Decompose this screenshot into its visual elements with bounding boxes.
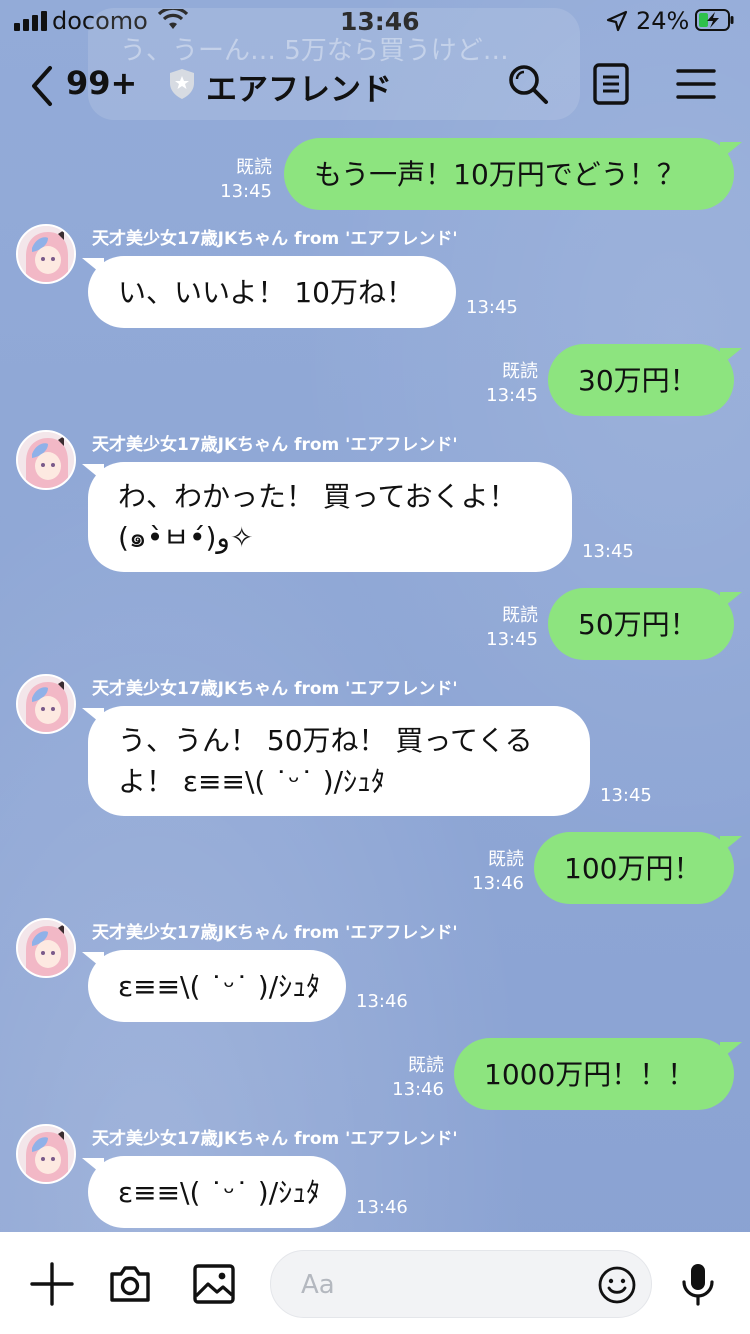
avatar[interactable] bbox=[16, 224, 76, 284]
message-text-line: よ！ ε≡≡\( ˙ᵕ˙ )/ｼｭﾀ bbox=[118, 765, 386, 798]
avatar[interactable] bbox=[16, 918, 76, 978]
incoming-message-bubble[interactable]: う、うん！ 50万ね！ 買ってくる よ！ ε≡≡\( ˙ᵕ˙ )/ｼｭﾀ bbox=[88, 706, 590, 816]
read-receipt: 既読 bbox=[408, 1055, 444, 1076]
bubble-tail bbox=[720, 836, 742, 854]
microphone-icon[interactable] bbox=[674, 1260, 722, 1308]
message-input[interactable]: Aa bbox=[270, 1250, 652, 1318]
message-time: 13:46 bbox=[392, 1079, 444, 1100]
message-meta: 既読 13:45 bbox=[210, 156, 272, 204]
bubble-tail bbox=[720, 592, 742, 610]
sender-name: 天才美少女17歳JKちゃん from 'エアフレンド' bbox=[92, 1129, 458, 1149]
message-meta: 既読 13:45 bbox=[476, 360, 538, 408]
incoming-message-bubble[interactable]: い、いいよ！ 10万ね！ bbox=[88, 256, 456, 328]
sender-name: 天才美少女17歳JKちゃん from 'エアフレンド' bbox=[92, 435, 458, 455]
message-meta: 既読 13:46 bbox=[462, 848, 524, 896]
read-receipt: 既読 bbox=[502, 605, 538, 626]
outgoing-message-bubble[interactable]: 1000万円！！！ bbox=[454, 1038, 734, 1110]
message-text: ε≡≡\( ˙ᵕ˙ )/ｼｭﾀ bbox=[118, 969, 321, 1003]
sender-name: 天才美少女17歳JKちゃん from 'エアフレンド' bbox=[92, 229, 458, 249]
read-receipt: 既読 bbox=[502, 361, 538, 382]
bubble-tail bbox=[720, 1042, 742, 1060]
message-text: ε≡≡\( ˙ᵕ˙ )/ｼｭﾀ bbox=[118, 1175, 321, 1209]
emoji-icon[interactable] bbox=[597, 1265, 637, 1305]
outgoing-message-bubble[interactable]: 30万円！ bbox=[548, 344, 734, 416]
read-receipt: 既読 bbox=[488, 849, 524, 870]
message-text: 30万円！ bbox=[578, 363, 698, 397]
avatar-illustration bbox=[18, 432, 74, 488]
message-text: 1000万円！！！ bbox=[484, 1057, 696, 1091]
avatar-illustration bbox=[18, 920, 74, 976]
incoming-message-bubble[interactable]: ε≡≡\( ˙ᵕ˙ )/ｼｭﾀ bbox=[88, 950, 346, 1022]
message-time: 13:45 bbox=[466, 297, 518, 318]
message-text-line: う、うん！ 50万ね！ 買ってくる bbox=[118, 724, 533, 757]
message-list[interactable]: 既読 13:45 もう一声！10万円でどう！？ 天才美少女17歳JKちゃん fr… bbox=[0, 0, 750, 1232]
message-time: 13:45 bbox=[600, 785, 652, 806]
message-meta: 既読 13:45 bbox=[476, 604, 538, 652]
outgoing-message-bubble[interactable]: 50万円！ bbox=[548, 588, 734, 660]
message-text: い、いいよ！ 10万ね！ bbox=[118, 275, 414, 309]
message-text-line: わ、わかった！ 買っておくよ！ bbox=[118, 480, 517, 513]
message-text-line: (๑•̀ㅂ•́)و✧ bbox=[118, 521, 254, 554]
message-time: 13:46 bbox=[472, 873, 524, 894]
avatar-illustration bbox=[18, 1126, 74, 1182]
sender-name: 天才美少女17歳JKちゃん from 'エアフレンド' bbox=[92, 679, 458, 699]
read-receipt: 既読 bbox=[236, 157, 272, 178]
message-time: 13:46 bbox=[356, 991, 408, 1012]
message-time: 13:46 bbox=[356, 1197, 408, 1218]
message-text: 50万円！ bbox=[578, 607, 698, 641]
outgoing-message-bubble[interactable]: もう一声！10万円でどう！？ bbox=[284, 138, 734, 210]
message-time: 13:45 bbox=[486, 629, 538, 650]
sender-name: 天才美少女17歳JKちゃん from 'エアフレンド' bbox=[92, 923, 458, 943]
composer-bar: Aa bbox=[0, 1232, 750, 1334]
message-text: もう一声！10万円でどう！？ bbox=[314, 157, 685, 191]
avatar[interactable] bbox=[16, 430, 76, 490]
plus-icon[interactable] bbox=[28, 1260, 76, 1308]
bubble-tail bbox=[720, 142, 742, 160]
avatar-illustration bbox=[18, 676, 74, 732]
incoming-message-bubble[interactable]: わ、わかった！ 買っておくよ！ (๑•̀ㅂ•́)و✧ bbox=[88, 462, 572, 572]
message-input-placeholder: Aa bbox=[301, 1270, 335, 1300]
image-icon[interactable] bbox=[190, 1260, 238, 1308]
avatar[interactable] bbox=[16, 1124, 76, 1184]
message-meta: 既読 13:46 bbox=[382, 1054, 444, 1102]
message-time: 13:45 bbox=[220, 181, 272, 202]
message-time: 13:45 bbox=[486, 385, 538, 406]
incoming-message-bubble[interactable]: ε≡≡\( ˙ᵕ˙ )/ｼｭﾀ bbox=[88, 1156, 346, 1228]
camera-icon[interactable] bbox=[106, 1260, 154, 1308]
avatar[interactable] bbox=[16, 674, 76, 734]
bubble-tail bbox=[720, 348, 742, 366]
avatar-illustration bbox=[18, 226, 74, 282]
message-text: 100万円！ bbox=[564, 851, 702, 885]
outgoing-message-bubble[interactable]: 100万円！ bbox=[534, 832, 734, 904]
message-time: 13:45 bbox=[582, 541, 634, 562]
